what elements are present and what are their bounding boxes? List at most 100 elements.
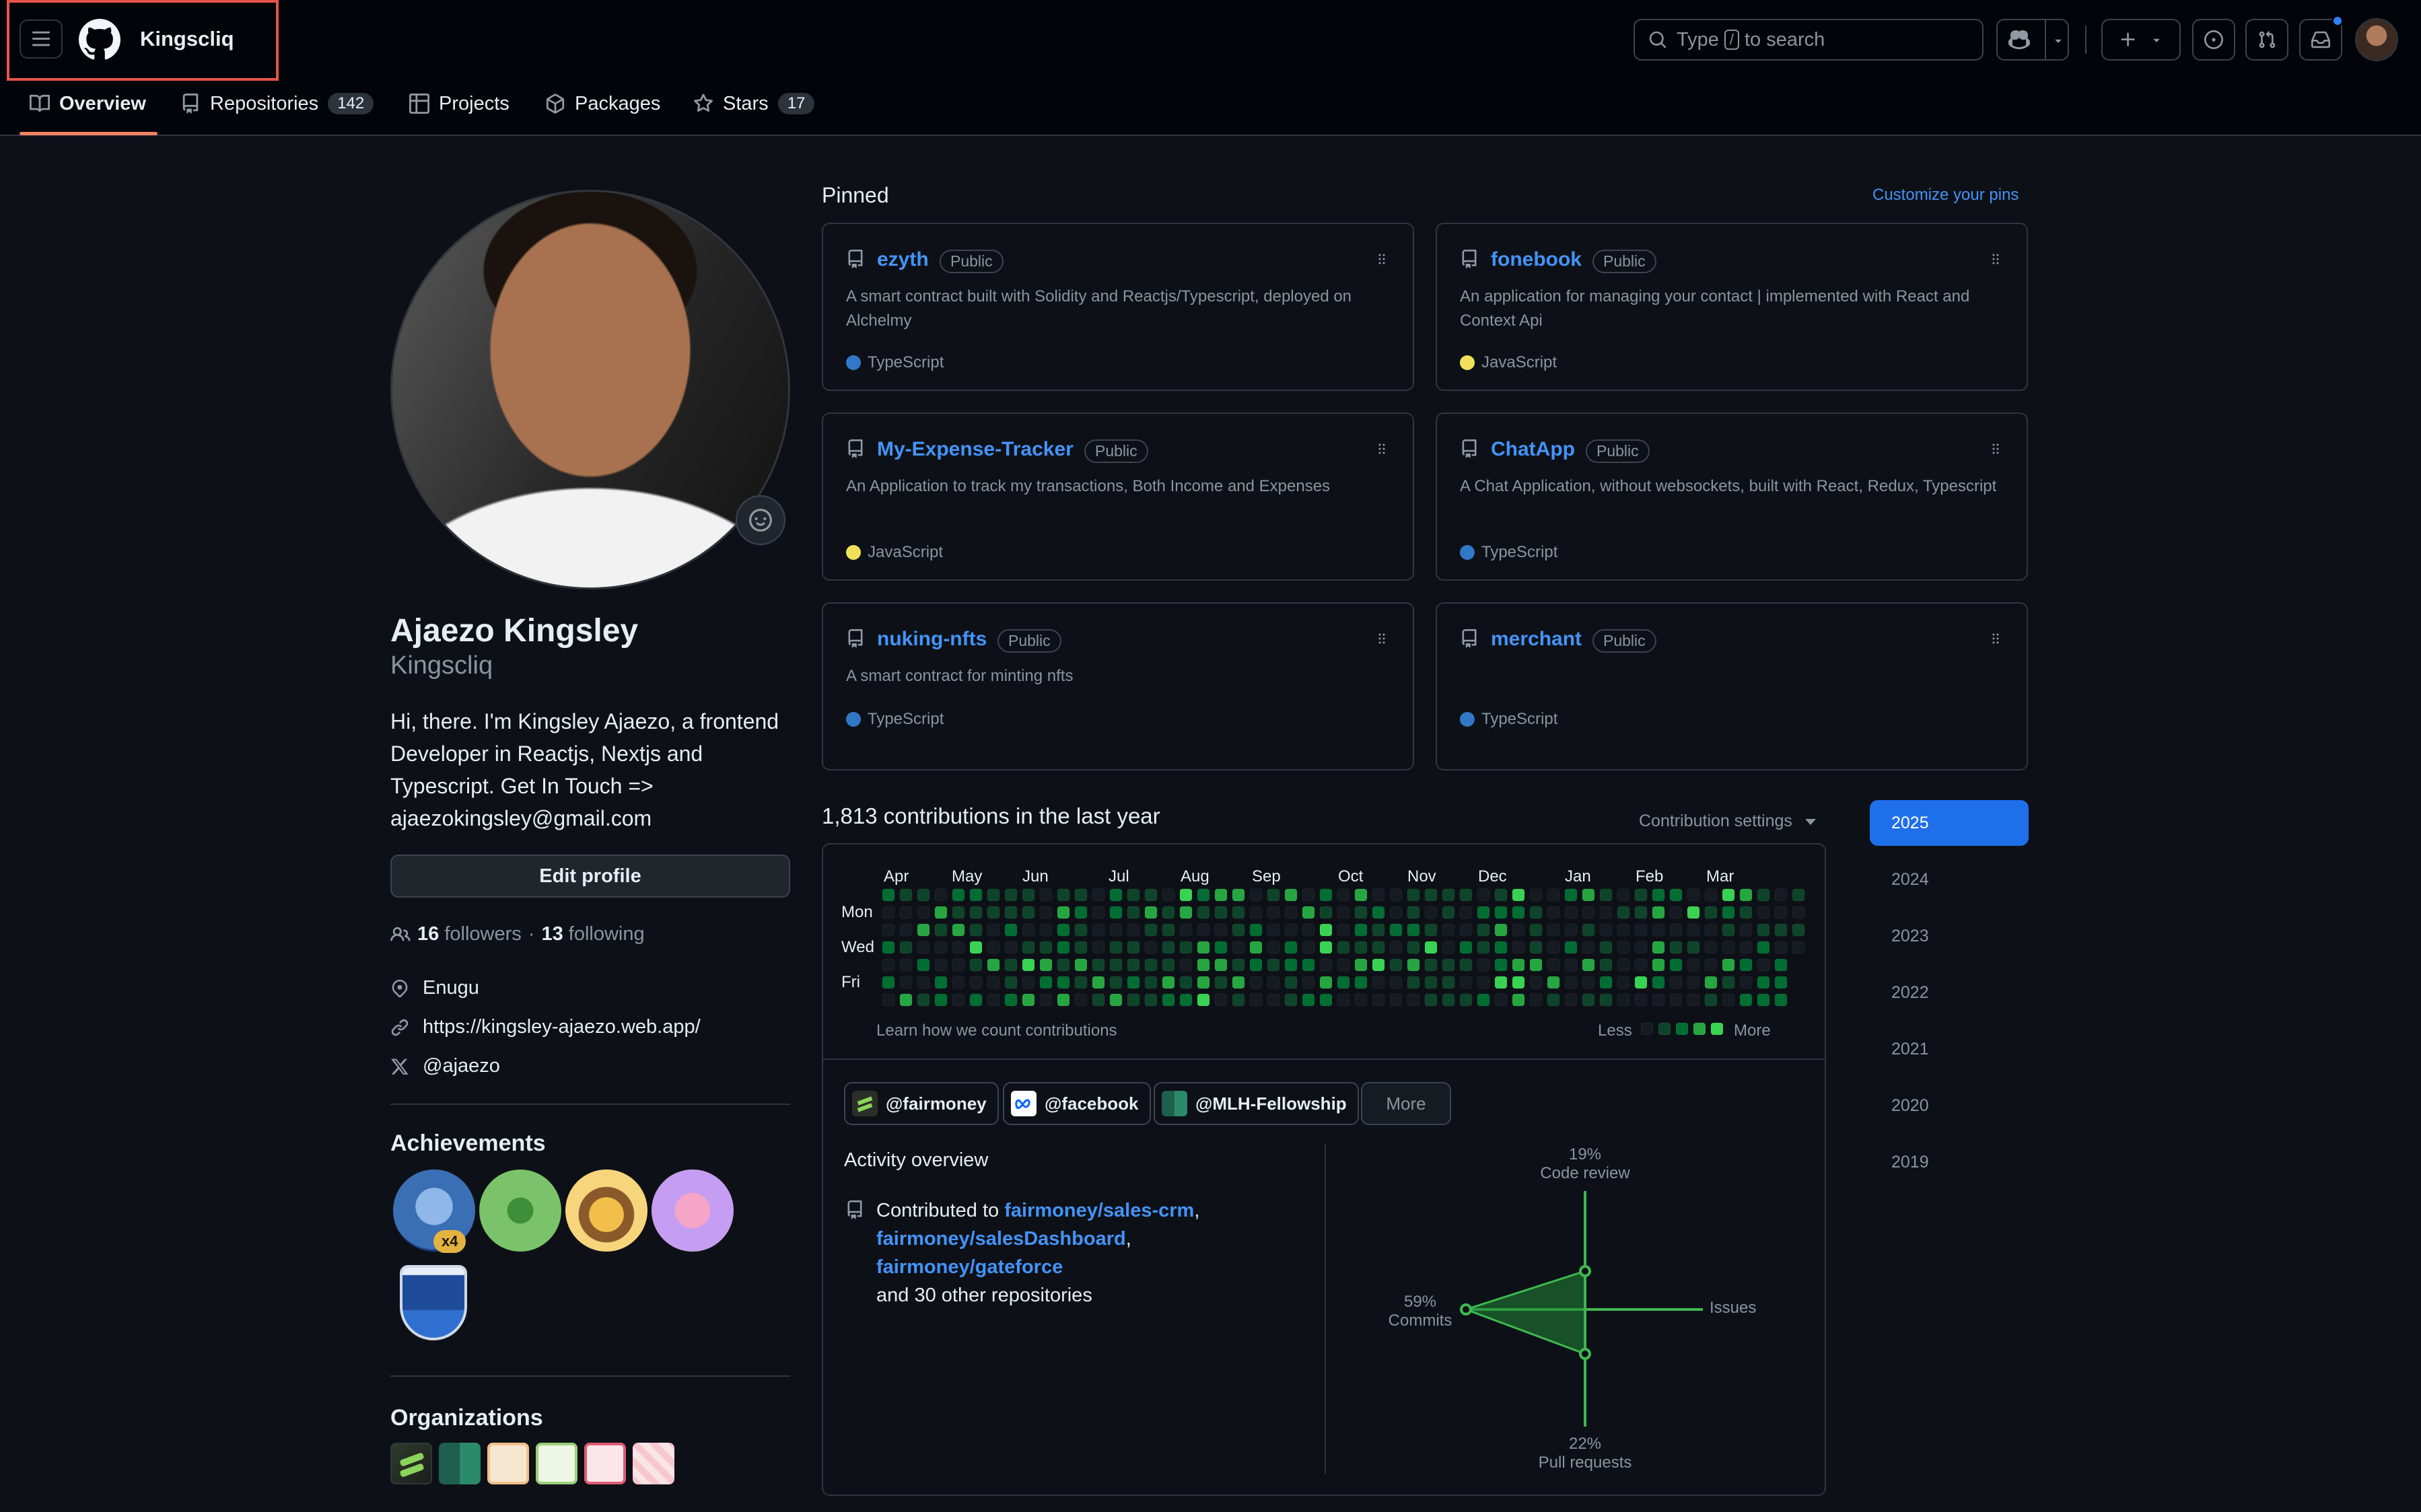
issues-button[interactable] <box>2192 19 2235 61</box>
contribution-day-cell[interactable] <box>1179 976 1193 989</box>
contribution-day-cell[interactable] <box>1372 941 1385 954</box>
contribution-day-cell[interactable] <box>1687 906 1700 919</box>
contribution-day-cell[interactable] <box>1267 976 1280 989</box>
contribution-day-cell[interactable] <box>1092 923 1105 937</box>
contribution-day-cell[interactable] <box>952 941 965 954</box>
contribution-day-cell[interactable] <box>1109 906 1123 919</box>
contribution-day-cell[interactable] <box>1494 906 1508 919</box>
contribution-day-cell[interactable] <box>1442 906 1455 919</box>
contribution-day-cell[interactable] <box>1599 941 1613 954</box>
contribution-day-cell[interactable] <box>1424 993 1438 1007</box>
contribution-day-cell[interactable] <box>1004 906 1018 919</box>
contribution-day-cell[interactable] <box>1652 958 1665 972</box>
contribution-day-cell[interactable] <box>1564 993 1578 1007</box>
contribution-day-cell[interactable] <box>1424 958 1438 972</box>
achievement-badge-pea[interactable] <box>479 1169 561 1252</box>
activity-repo-link[interactable]: fairmoney/sales-crm <box>1004 1200 1194 1221</box>
pinned-repo-name[interactable]: My-Expense-Tracker <box>877 438 1074 461</box>
contribution-day-cell[interactable] <box>882 888 895 902</box>
contribution-day-cell[interactable] <box>1284 888 1298 902</box>
contribution-day-cell[interactable] <box>1074 923 1088 937</box>
contribution-day-cell[interactable] <box>1284 923 1298 937</box>
contribution-day-cell[interactable] <box>1057 906 1070 919</box>
contribution-day-cell[interactable] <box>969 888 983 902</box>
contribution-day-cell[interactable] <box>1074 888 1088 902</box>
contribution-day-cell[interactable] <box>1057 923 1070 937</box>
contribution-day-cell[interactable] <box>882 976 895 989</box>
contribution-day-cell[interactable] <box>1249 993 1263 1007</box>
contribution-day-cell[interactable] <box>969 976 983 989</box>
contribution-day-cell[interactable] <box>899 923 913 937</box>
contribution-day-cell[interactable] <box>1162 906 1175 919</box>
contribution-day-cell[interactable] <box>1109 941 1123 954</box>
contribution-day-cell[interactable] <box>1669 923 1683 937</box>
contribution-day-cell[interactable] <box>1459 906 1473 919</box>
contribution-day-cell[interactable] <box>1092 888 1105 902</box>
contribution-day-cell[interactable] <box>1197 906 1210 919</box>
contribution-day-cell[interactable] <box>1372 976 1385 989</box>
contribution-day-cell[interactable] <box>1494 923 1508 937</box>
contribution-day-cell[interactable] <box>1267 958 1280 972</box>
contribution-day-cell[interactable] <box>1354 941 1368 954</box>
contribution-day-cell[interactable] <box>1162 941 1175 954</box>
contribution-day-cell[interactable] <box>917 888 930 902</box>
contribution-day-cell[interactable] <box>1459 888 1473 902</box>
contribution-day-cell[interactable] <box>1757 941 1770 954</box>
contribution-day-cell[interactable] <box>1652 941 1665 954</box>
contribution-day-cell[interactable] <box>1004 958 1018 972</box>
contribution-day-cell[interactable] <box>1057 958 1070 972</box>
contribution-day-cell[interactable] <box>1582 923 1595 937</box>
contribution-day-cell[interactable] <box>1722 923 1735 937</box>
contribution-day-cell[interactable] <box>1232 923 1245 937</box>
contribution-day-cell[interactable] <box>1249 923 1263 937</box>
contribution-day-cell[interactable] <box>1792 941 1805 954</box>
contribution-day-cell[interactable] <box>1162 958 1175 972</box>
contribution-day-cell[interactable] <box>1442 958 1455 972</box>
contribution-day-cell[interactable] <box>1354 993 1368 1007</box>
contribution-day-cell[interactable] <box>1179 906 1193 919</box>
contribution-day-cell[interactable] <box>1687 941 1700 954</box>
contribution-day-cell[interactable] <box>1319 976 1333 989</box>
contribution-day-cell[interactable] <box>1354 976 1368 989</box>
contribution-day-cell[interactable] <box>1722 888 1735 902</box>
activity-repo-link[interactable]: fairmoney/salesDashboard <box>876 1228 1126 1250</box>
contribution-day-cell[interactable] <box>1127 976 1140 989</box>
contribution-day-cell[interactable] <box>1582 941 1595 954</box>
contribution-day-cell[interactable] <box>1407 888 1420 902</box>
contribution-day-cell[interactable] <box>1092 976 1105 989</box>
contribution-day-cell[interactable] <box>1774 888 1788 902</box>
contribution-day-cell[interactable] <box>1792 923 1805 937</box>
contribution-day-cell[interactable] <box>1039 888 1053 902</box>
pinned-repo-name[interactable]: ezyth <box>877 248 929 271</box>
contribution-day-cell[interactable] <box>1179 888 1193 902</box>
contribution-day-cell[interactable] <box>1477 923 1490 937</box>
contribution-day-cell[interactable] <box>1302 888 1315 902</box>
contribution-day-cell[interactable] <box>882 958 895 972</box>
tab-overview[interactable]: Overview <box>30 89 146 118</box>
contribution-day-cell[interactable] <box>1477 976 1490 989</box>
contribution-day-cell[interactable] <box>1092 958 1105 972</box>
contribution-day-cell[interactable] <box>1232 906 1245 919</box>
customize-pins-link[interactable]: Customize your pins <box>1872 186 2019 205</box>
contribution-day-cell[interactable] <box>1634 906 1648 919</box>
contribution-day-cell[interactable] <box>1494 941 1508 954</box>
contribution-day-cell[interactable] <box>934 923 948 937</box>
contribution-day-cell[interactable] <box>987 941 1000 954</box>
contribution-day-cell[interactable] <box>1162 923 1175 937</box>
contribution-day-cell[interactable] <box>987 958 1000 972</box>
contribution-day-cell[interactable] <box>1512 958 1525 972</box>
contribution-day-cell[interactable] <box>917 906 930 919</box>
contribution-day-cell[interactable] <box>952 993 965 1007</box>
drag-grabber-icon[interactable] <box>1988 441 2004 457</box>
contribution-day-cell[interactable] <box>1214 993 1228 1007</box>
contribution-day-cell[interactable] <box>1757 976 1770 989</box>
contribution-day-cell[interactable] <box>987 976 1000 989</box>
contribution-day-cell[interactable] <box>899 993 913 1007</box>
contribution-day-cell[interactable] <box>1687 888 1700 902</box>
year-filter-2020[interactable]: 2020 <box>1870 1083 2029 1128</box>
org-filter-mlh[interactable]: @MLH-Fellowship <box>1154 1082 1359 1125</box>
contribution-day-cell[interactable] <box>1757 993 1770 1007</box>
contribution-day-cell[interactable] <box>1039 993 1053 1007</box>
contribution-day-cell[interactable] <box>1372 906 1385 919</box>
contribution-day-cell[interactable] <box>1249 888 1263 902</box>
